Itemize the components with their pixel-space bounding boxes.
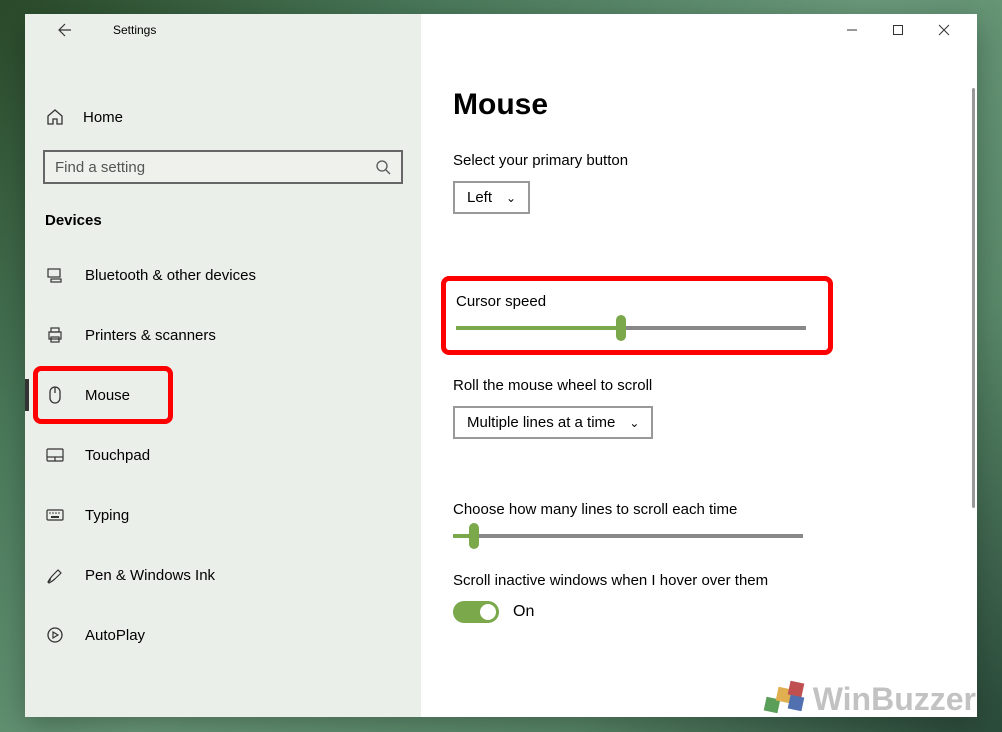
search-box[interactable] (43, 150, 403, 184)
titlebar: Settings (25, 14, 421, 46)
primary-button-section: Select your primary button Left ⌄ (453, 152, 937, 242)
touchpad-icon (46, 448, 64, 462)
bluetooth-devices-icon (46, 266, 64, 284)
scroll-mode-section: Roll the mouse wheel to scroll Multiple … (453, 377, 937, 467)
window-controls (829, 14, 967, 46)
maximize-icon (892, 24, 904, 36)
chevron-down-icon: ⌄ (506, 191, 516, 205)
minimize-icon (846, 24, 858, 36)
slider-thumb[interactable] (616, 315, 626, 341)
sidebar-item-label: Printers & scanners (85, 327, 216, 344)
scroll-mode-label: Roll the mouse wheel to scroll (453, 377, 937, 394)
sidebar-item-label: Touchpad (85, 447, 150, 464)
content-pane: Mouse Select your primary button Left ⌄ … (421, 14, 977, 717)
slider-thumb[interactable] (469, 523, 479, 549)
back-button[interactable] (45, 14, 85, 46)
close-icon (938, 24, 950, 36)
keyboard-icon (46, 509, 64, 521)
close-button[interactable] (921, 14, 967, 46)
sidebar-item-label: AutoPlay (85, 627, 145, 644)
scroll-mode-value: Multiple lines at a time (467, 414, 615, 431)
lines-label: Choose how many lines to scroll each tim… (453, 501, 937, 518)
printer-icon (46, 326, 64, 344)
window-title: Settings (113, 23, 156, 37)
sidebar-item-label: Mouse (85, 387, 130, 404)
watermark: WinBuzzer (765, 681, 976, 718)
pen-icon (46, 566, 64, 584)
sidebar-item-pen[interactable]: Pen & Windows Ink (25, 545, 421, 605)
mouse-icon (48, 386, 62, 404)
sidebar-item-label: Pen & Windows Ink (85, 567, 215, 584)
sidebar-item-typing[interactable]: Typing (25, 485, 421, 545)
back-arrow-icon (57, 22, 73, 38)
sidebar-category: Devices (45, 212, 421, 229)
sidebar-item-mouse[interactable]: Mouse (25, 365, 421, 425)
primary-button-value: Left (467, 189, 492, 206)
sidebar-item-printers[interactable]: Printers & scanners (25, 305, 421, 365)
chevron-down-icon: ⌄ (629, 416, 639, 430)
sidebar-item-autoplay[interactable]: AutoPlay (25, 605, 421, 665)
sidebar-home-label: Home (83, 109, 123, 126)
minimize-button[interactable] (829, 14, 875, 46)
sidebar-item-touchpad[interactable]: Touchpad (25, 425, 421, 485)
lines-slider[interactable] (453, 534, 803, 538)
page-title: Mouse (453, 88, 937, 122)
watermark-text: WinBuzzer (813, 681, 976, 718)
annotation-highlight-cursor-speed: Cursor speed (441, 276, 833, 355)
inactive-windows-toggle[interactable] (453, 601, 499, 623)
winbuzzer-logo-icon (765, 682, 805, 718)
maximize-button[interactable] (875, 14, 921, 46)
search-icon (375, 159, 391, 175)
primary-button-label: Select your primary button (453, 152, 937, 169)
settings-window: Settings Home Devices Bluetooth & other … (25, 14, 977, 717)
inactive-windows-label: Scroll inactive windows when I hover ove… (453, 572, 937, 589)
lines-section: Choose how many lines to scroll each tim… (453, 501, 937, 538)
cursor-speed-slider[interactable] (456, 326, 806, 330)
sidebar-item-bluetooth[interactable]: Bluetooth & other devices (25, 245, 421, 305)
sidebar-item-label: Typing (85, 507, 129, 524)
scrollbar[interactable] (972, 88, 975, 508)
inactive-windows-value: On (513, 603, 534, 621)
autoplay-icon (46, 626, 64, 644)
home-icon (46, 108, 64, 126)
sidebar-home[interactable]: Home (25, 98, 421, 136)
cursor-speed-label: Cursor speed (456, 293, 810, 310)
primary-button-dropdown[interactable]: Left ⌄ (453, 181, 530, 214)
scroll-mode-dropdown[interactable]: Multiple lines at a time ⌄ (453, 406, 653, 439)
sidebar-item-label: Bluetooth & other devices (85, 267, 256, 284)
inactive-windows-section: Scroll inactive windows when I hover ove… (453, 572, 937, 623)
search-input[interactable] (55, 159, 375, 176)
sidebar: Settings Home Devices Bluetooth & other … (25, 14, 421, 717)
